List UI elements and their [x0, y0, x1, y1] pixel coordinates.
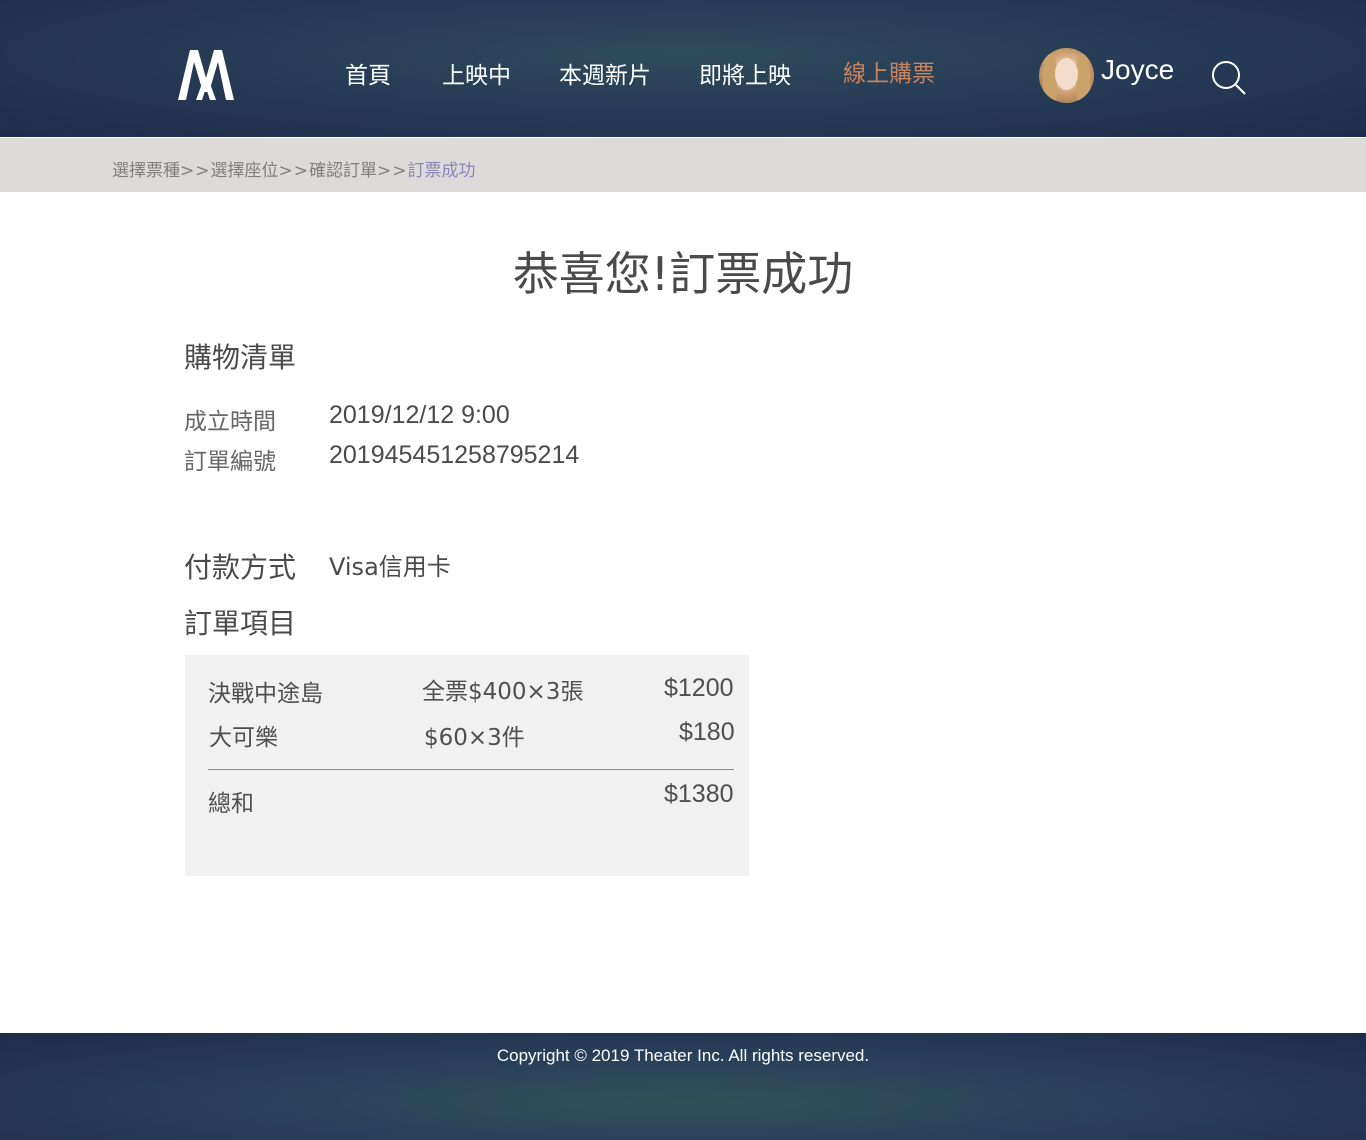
order-number-value: 201945451258795214: [329, 441, 580, 469]
nav-coming-soon[interactable]: 即將上映: [699, 56, 791, 90]
payment-method-value: Visa信用卡: [329, 553, 451, 581]
breadcrumb-step-success: 訂票成功: [407, 161, 476, 181]
breadcrumb-step-seat[interactable]: 選擇座位: [211, 161, 279, 181]
item-detail: $60×3件: [424, 725, 525, 751]
avatar-face: [1055, 58, 1078, 90]
item-amount: $1200: [664, 674, 734, 702]
order-items-title: 訂單項目: [184, 607, 297, 640]
avatar-hair: [1076, 54, 1090, 103]
search-icon[interactable]: [1209, 58, 1249, 98]
breadcrumb-step-ticket-type[interactable]: 選擇票種: [112, 161, 180, 181]
item-name: 決戰中途島: [208, 681, 323, 707]
user-name[interactable]: Joyce: [1101, 54, 1174, 86]
page-title: 恭喜您!訂票成功: [512, 247, 854, 301]
created-time-value: 2019/12/12 9:00: [329, 401, 510, 429]
nav-home[interactable]: 首頁: [345, 56, 391, 90]
item-amount: $180: [679, 718, 735, 746]
item-name: 大可樂: [209, 725, 278, 751]
item-detail: 全票$400×3張: [422, 679, 584, 705]
nav-now-showing[interactable]: 上映中: [442, 56, 511, 90]
breadcrumb-separator: >>: [377, 161, 408, 181]
total-amount: $1380: [664, 780, 734, 808]
logo-icon[interactable]: [178, 48, 234, 102]
breadcrumb: 選擇票種>>選擇座位>>確認訂單>>訂票成功: [112, 156, 476, 181]
created-time-label: 成立時間: [184, 409, 276, 435]
shopping-list-title: 購物清單: [184, 341, 297, 374]
nav-online-tickets[interactable]: 線上購票: [843, 54, 935, 88]
breadcrumb-separator: >>: [180, 161, 211, 181]
order-number-label: 訂單編號: [184, 449, 276, 475]
total-divider: [208, 769, 734, 770]
nav-new-this-week[interactable]: 本週新片: [559, 56, 651, 90]
breadcrumb-separator: >>: [278, 161, 309, 181]
breadcrumb-step-confirm[interactable]: 確認訂單: [309, 161, 377, 181]
avatar[interactable]: [1039, 48, 1094, 103]
site-header: 首頁 上映中 本週新片 即將上映 線上購票 Joyce: [0, 0, 1366, 137]
copyright-text: Copyright © 2019 Theater Inc. All rights…: [496, 1046, 870, 1065]
total-label: 總和: [208, 791, 254, 817]
payment-method-label: 付款方式: [184, 551, 297, 584]
